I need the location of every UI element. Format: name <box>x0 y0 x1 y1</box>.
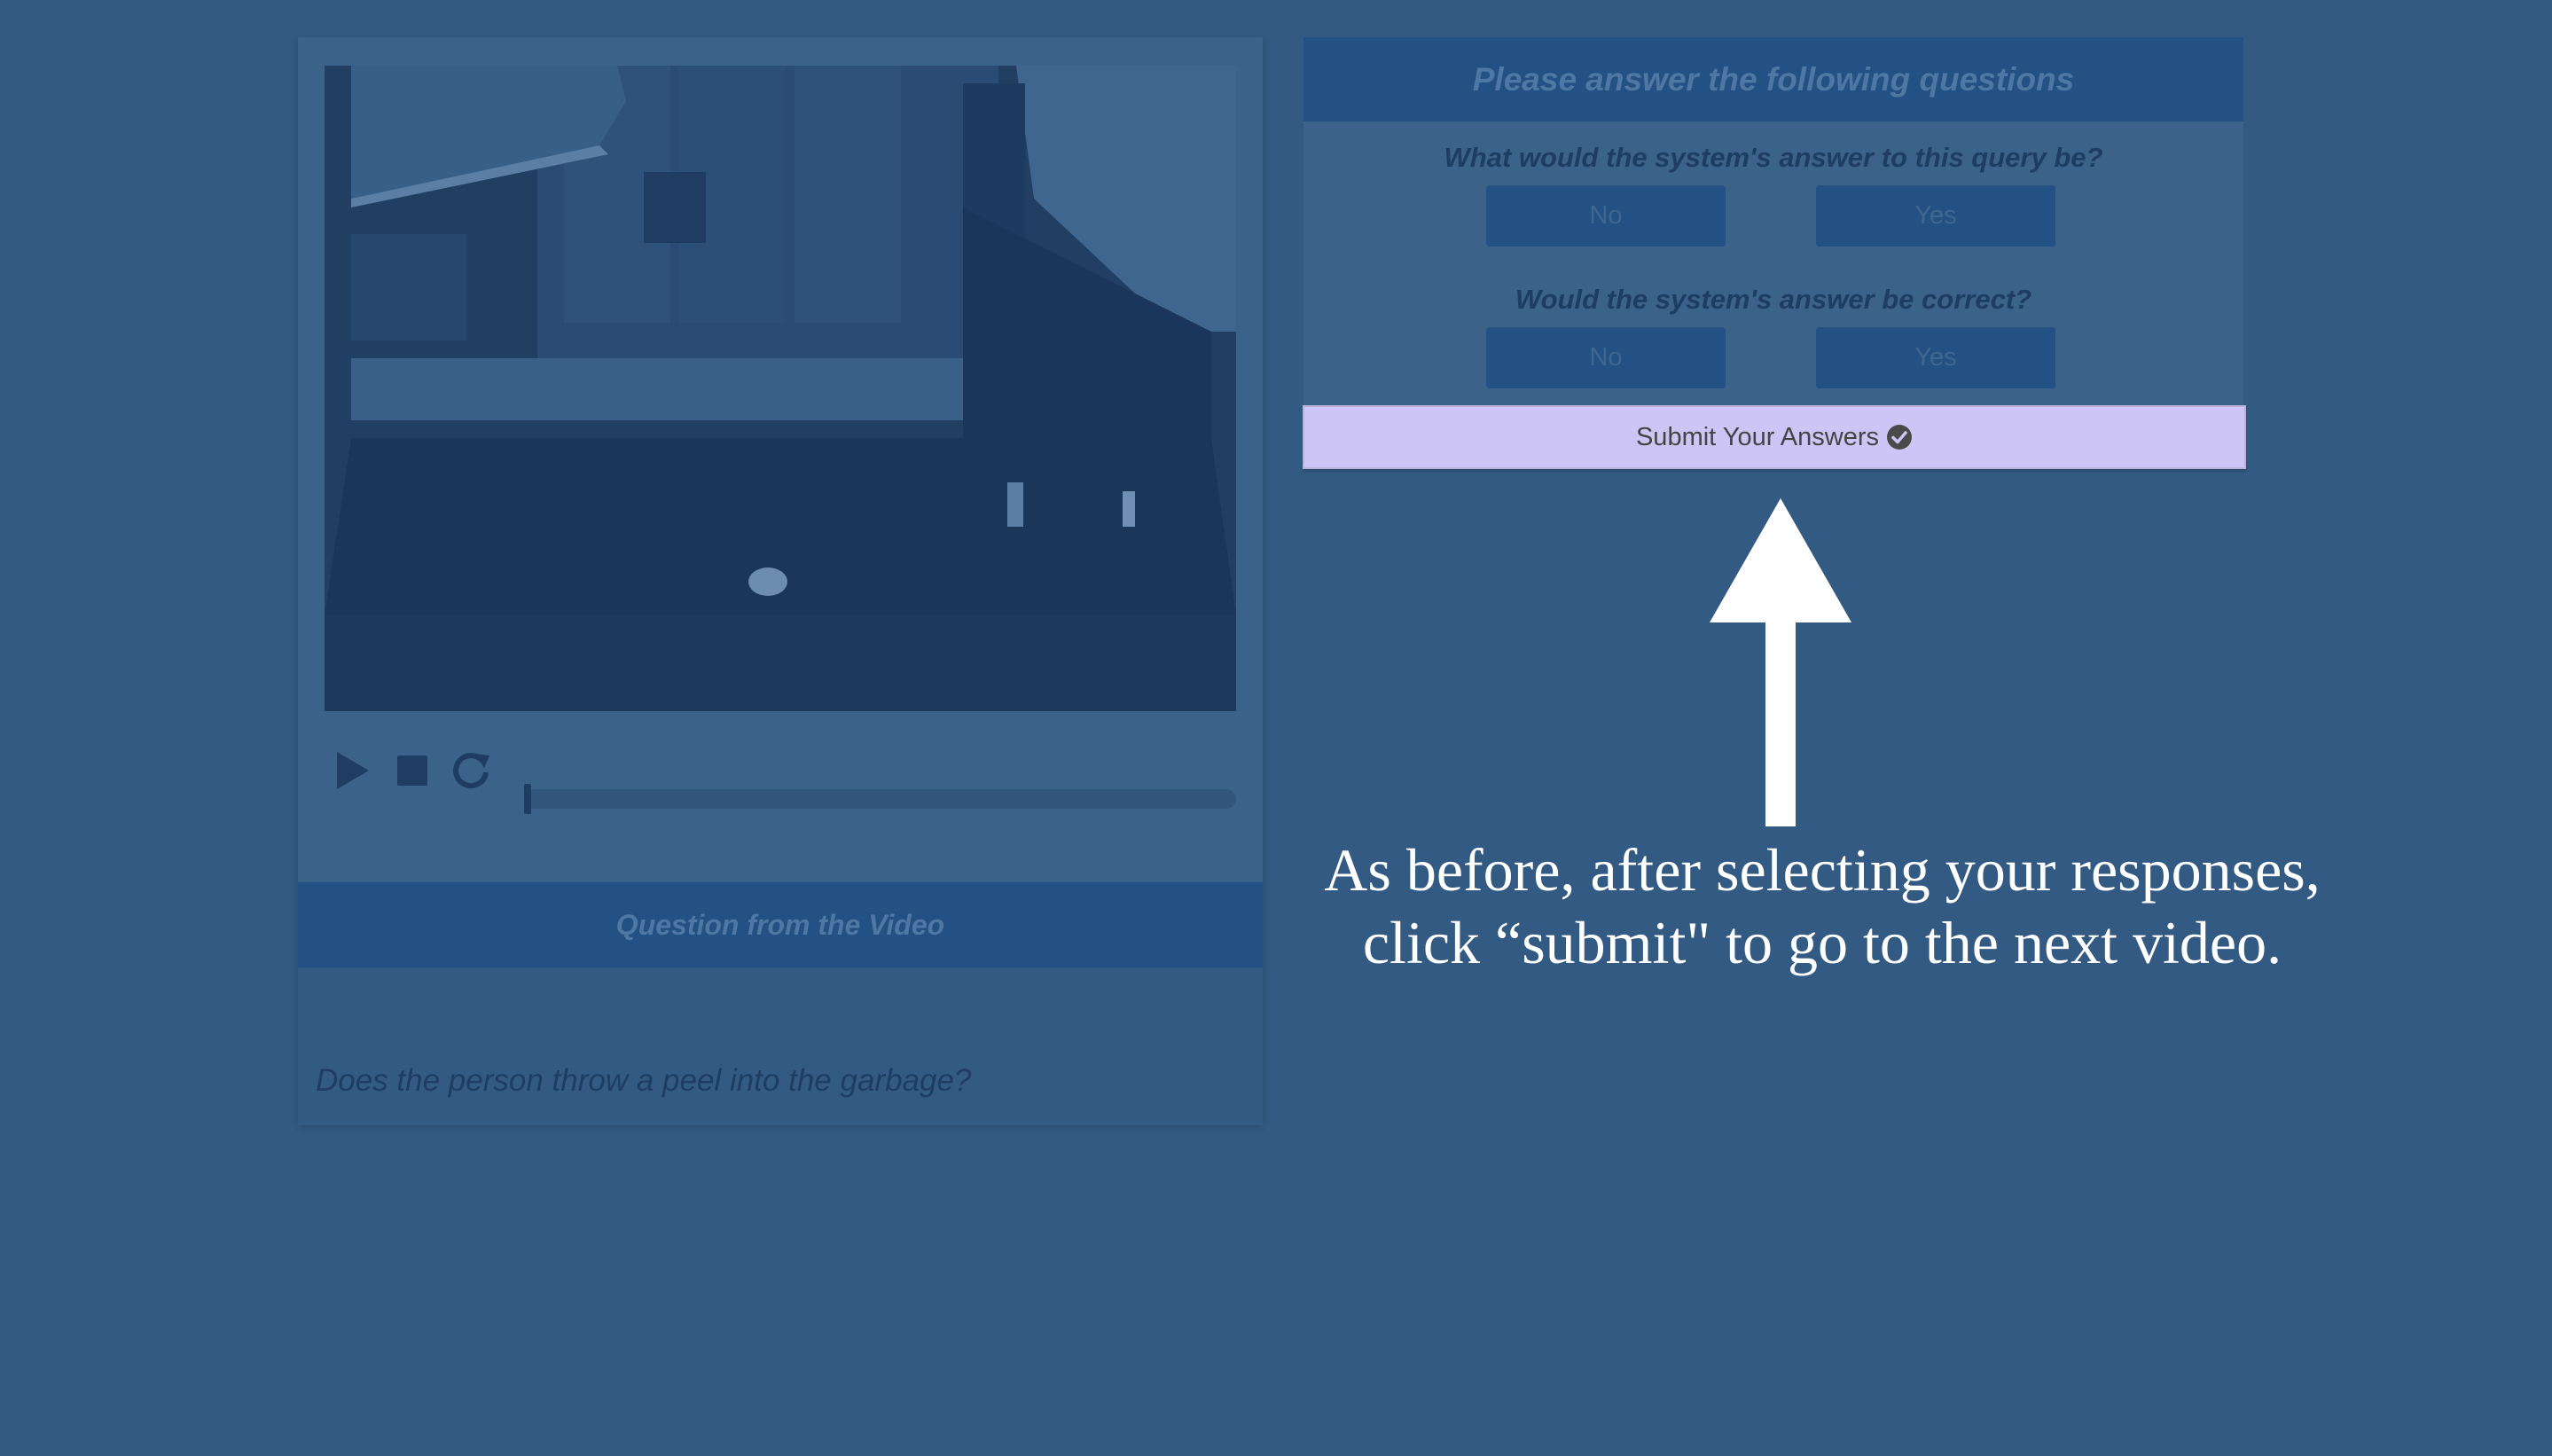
question-2-label: Would the system's answer be correct? <box>1515 284 2032 315</box>
q1-yes-button[interactable]: Yes <box>1816 185 2055 247</box>
question-panel-title: Please answer the following questions <box>1472 60 2075 98</box>
progress-handle[interactable] <box>524 784 531 814</box>
video-question-text: Does the person throw a peel into the ga… <box>316 1063 972 1098</box>
question-panel-header: Please answer the following questions <box>1303 37 2243 121</box>
video-controls <box>330 747 1243 814</box>
video-progress-bar[interactable] <box>524 784 1236 814</box>
q2-yes-button[interactable]: Yes <box>1816 327 2055 388</box>
play-button[interactable] <box>330 748 374 793</box>
reload-icon <box>453 753 489 789</box>
reload-button[interactable] <box>449 748 493 793</box>
kitchen-video-frame <box>325 66 1236 711</box>
instruction-text: As before, after selecting your response… <box>1241 834 2403 979</box>
instruction-line-1: As before, after selecting your response… <box>1324 836 2321 904</box>
check-circle-icon <box>1886 424 1913 450</box>
submit-button[interactable]: Submit Your Answers <box>1303 405 2246 469</box>
question-1-label: What would the system's answer to this q… <box>1444 142 2103 173</box>
up-arrow <box>1710 498 1851 826</box>
stop-icon <box>397 755 427 786</box>
q1-no-button[interactable]: No <box>1486 185 1726 247</box>
question-panel: Please answer the following questions Wh… <box>1303 37 2243 406</box>
instruction-line-2: click “submit" to go to the next video. <box>1362 909 2282 976</box>
submit-label: Submit Your Answers <box>1635 422 1880 451</box>
video-question-header: Question from the Video <box>298 882 1263 967</box>
video-panel: Question from the Video Does the person … <box>298 37 1263 1125</box>
video-question-header-text: Question from the Video <box>615 908 945 941</box>
play-icon <box>337 752 369 789</box>
stop-button[interactable] <box>390 748 434 793</box>
video-player[interactable] <box>325 66 1236 711</box>
video-question-body: Does the person throw a peel into the ga… <box>298 967 1263 1125</box>
q2-no-button[interactable]: No <box>1486 327 1726 388</box>
